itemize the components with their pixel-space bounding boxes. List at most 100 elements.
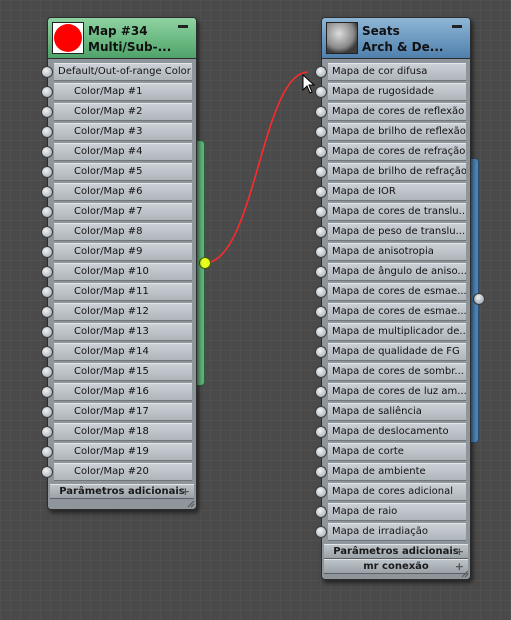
slot-row[interactable]: Mapa de ambiente (328, 463, 466, 481)
slot-row[interactable]: Color/Map #10 (54, 263, 192, 281)
slot-row[interactable]: Color/Map #12 (54, 303, 192, 321)
resize-grip-icon[interactable] (461, 570, 469, 578)
input-socket[interactable] (315, 106, 327, 118)
slot-row[interactable]: Mapa de deslocamento (328, 423, 466, 441)
slot-row[interactable]: Color/Map #6 (54, 183, 192, 201)
input-socket[interactable] (41, 226, 53, 238)
input-socket[interactable] (41, 246, 53, 258)
slot-row[interactable]: Color/Map #20 (54, 463, 192, 481)
rollout-mr-conexao[interactable]: mr conexão + (324, 559, 468, 574)
slot-row[interactable]: Mapa de cores de refração (328, 143, 466, 161)
slot-row[interactable]: Color/Map #2 (54, 103, 192, 121)
input-socket[interactable] (315, 386, 327, 398)
input-socket[interactable] (315, 286, 327, 298)
slot-row[interactable]: Mapa de cor difusa (328, 63, 466, 81)
slot-row[interactable]: Color/Map #5 (54, 163, 192, 181)
resize-grip-icon[interactable] (187, 500, 195, 508)
slot-row[interactable]: Color/Map #8 (54, 223, 192, 241)
input-socket[interactable] (41, 206, 53, 218)
input-socket[interactable] (41, 446, 53, 458)
rollout-parametros-adicionais[interactable]: Parâmetros adicionais + (324, 544, 468, 559)
slot-row[interactable]: Mapa de multiplicador de... (328, 323, 466, 341)
input-socket[interactable] (41, 166, 53, 178)
input-socket[interactable] (315, 226, 327, 238)
input-socket[interactable] (315, 266, 327, 278)
slot-row[interactable]: Mapa de cores de translu... (328, 203, 466, 221)
input-socket[interactable] (315, 506, 327, 518)
input-socket[interactable] (41, 306, 53, 318)
node-seats-header[interactable]: Seats Arch & De... (322, 18, 470, 59)
slot-row[interactable]: Color/Map #3 (54, 123, 192, 141)
slot-row[interactable]: Mapa de cores de luz am... (328, 383, 466, 401)
input-socket[interactable] (315, 86, 327, 98)
input-socket[interactable] (315, 466, 327, 478)
slot-row[interactable]: Mapa de brilho de reflexão (328, 123, 466, 141)
input-socket[interactable] (41, 406, 53, 418)
slot-row[interactable]: Mapa de cores de esmae... (328, 303, 466, 321)
slot-row[interactable]: Mapa de corte (328, 443, 466, 461)
input-socket[interactable] (41, 106, 53, 118)
slot-row[interactable]: Mapa de saliência (328, 403, 466, 421)
input-socket[interactable] (41, 66, 53, 78)
input-socket[interactable] (315, 486, 327, 498)
input-socket[interactable] (315, 366, 327, 378)
slot-row[interactable]: Color/Map #17 (54, 403, 192, 421)
input-socket[interactable] (315, 346, 327, 358)
slot-row[interactable]: Mapa de qualidade de FG (328, 343, 466, 361)
input-socket[interactable] (315, 146, 327, 158)
slot-row[interactable]: Mapa de IOR (328, 183, 466, 201)
slot-row[interactable]: Mapa de raio (328, 503, 466, 521)
minimize-icon[interactable] (452, 25, 462, 28)
node-seats-output-socket[interactable] (473, 293, 485, 305)
slot-row[interactable]: Color/Map #1 (54, 83, 192, 101)
input-socket[interactable] (41, 126, 53, 138)
slot-row[interactable]: Default/Out-of-range Color (54, 63, 192, 81)
slot-row[interactable]: Color/Map #13 (54, 323, 192, 341)
input-socket[interactable] (315, 446, 327, 458)
input-socket[interactable] (315, 206, 327, 218)
slot-row[interactable]: Color/Map #9 (54, 243, 192, 261)
slot-row[interactable]: Color/Map #7 (54, 203, 192, 221)
slot-row[interactable]: Color/Map #19 (54, 443, 192, 461)
node-seats-material[interactable]: Seats Arch & De... Mapa de cor difusa Map… (315, 17, 471, 580)
input-socket[interactable] (41, 426, 53, 438)
node-multi-header[interactable]: Map #34 Multi/Sub-... (48, 18, 196, 59)
slot-row[interactable]: Mapa de anisotropia (328, 243, 466, 261)
slot-row[interactable]: Mapa de irradiação (328, 523, 466, 541)
input-socket[interactable] (315, 186, 327, 198)
input-socket[interactable] (315, 246, 327, 258)
input-socket[interactable] (41, 86, 53, 98)
input-socket[interactable] (41, 346, 53, 358)
slot-row[interactable]: Mapa de peso de translu... (328, 223, 466, 241)
slot-row[interactable]: Color/Map #15 (54, 363, 192, 381)
input-socket[interactable] (41, 366, 53, 378)
input-socket[interactable] (315, 126, 327, 138)
minimize-icon[interactable] (178, 25, 188, 28)
input-socket[interactable] (41, 286, 53, 298)
slot-row[interactable]: Mapa de ângulo de aniso... (328, 263, 466, 281)
slot-row[interactable]: Mapa de cores de sombr... (328, 363, 466, 381)
input-socket[interactable] (315, 426, 327, 438)
slot-row[interactable]: Mapa de brilho de refração (328, 163, 466, 181)
input-socket[interactable] (41, 266, 53, 278)
node-multi-output-socket[interactable] (199, 257, 211, 269)
input-socket[interactable] (315, 306, 327, 318)
slot-row[interactable]: Color/Map #14 (54, 343, 192, 361)
input-socket[interactable] (315, 66, 327, 78)
input-socket[interactable] (41, 326, 53, 338)
slot-row[interactable]: Color/Map #18 (54, 423, 192, 441)
input-socket[interactable] (41, 386, 53, 398)
input-socket[interactable] (315, 526, 327, 538)
slot-row[interactable]: Mapa de rugosidade (328, 83, 466, 101)
slot-row[interactable]: Color/Map #16 (54, 383, 192, 401)
input-socket[interactable] (315, 406, 327, 418)
slot-row[interactable]: Color/Map #4 (54, 143, 192, 161)
slot-row[interactable]: Color/Map #11 (54, 283, 192, 301)
slot-row[interactable]: Mapa de cores de reflexão (328, 103, 466, 121)
slot-row[interactable]: Mapa de cores adicional (328, 483, 466, 501)
input-socket[interactable] (315, 166, 327, 178)
input-socket[interactable] (315, 326, 327, 338)
slot-row[interactable]: Mapa de cores de esmae... (328, 283, 466, 301)
input-socket[interactable] (41, 186, 53, 198)
input-socket[interactable] (41, 466, 53, 478)
